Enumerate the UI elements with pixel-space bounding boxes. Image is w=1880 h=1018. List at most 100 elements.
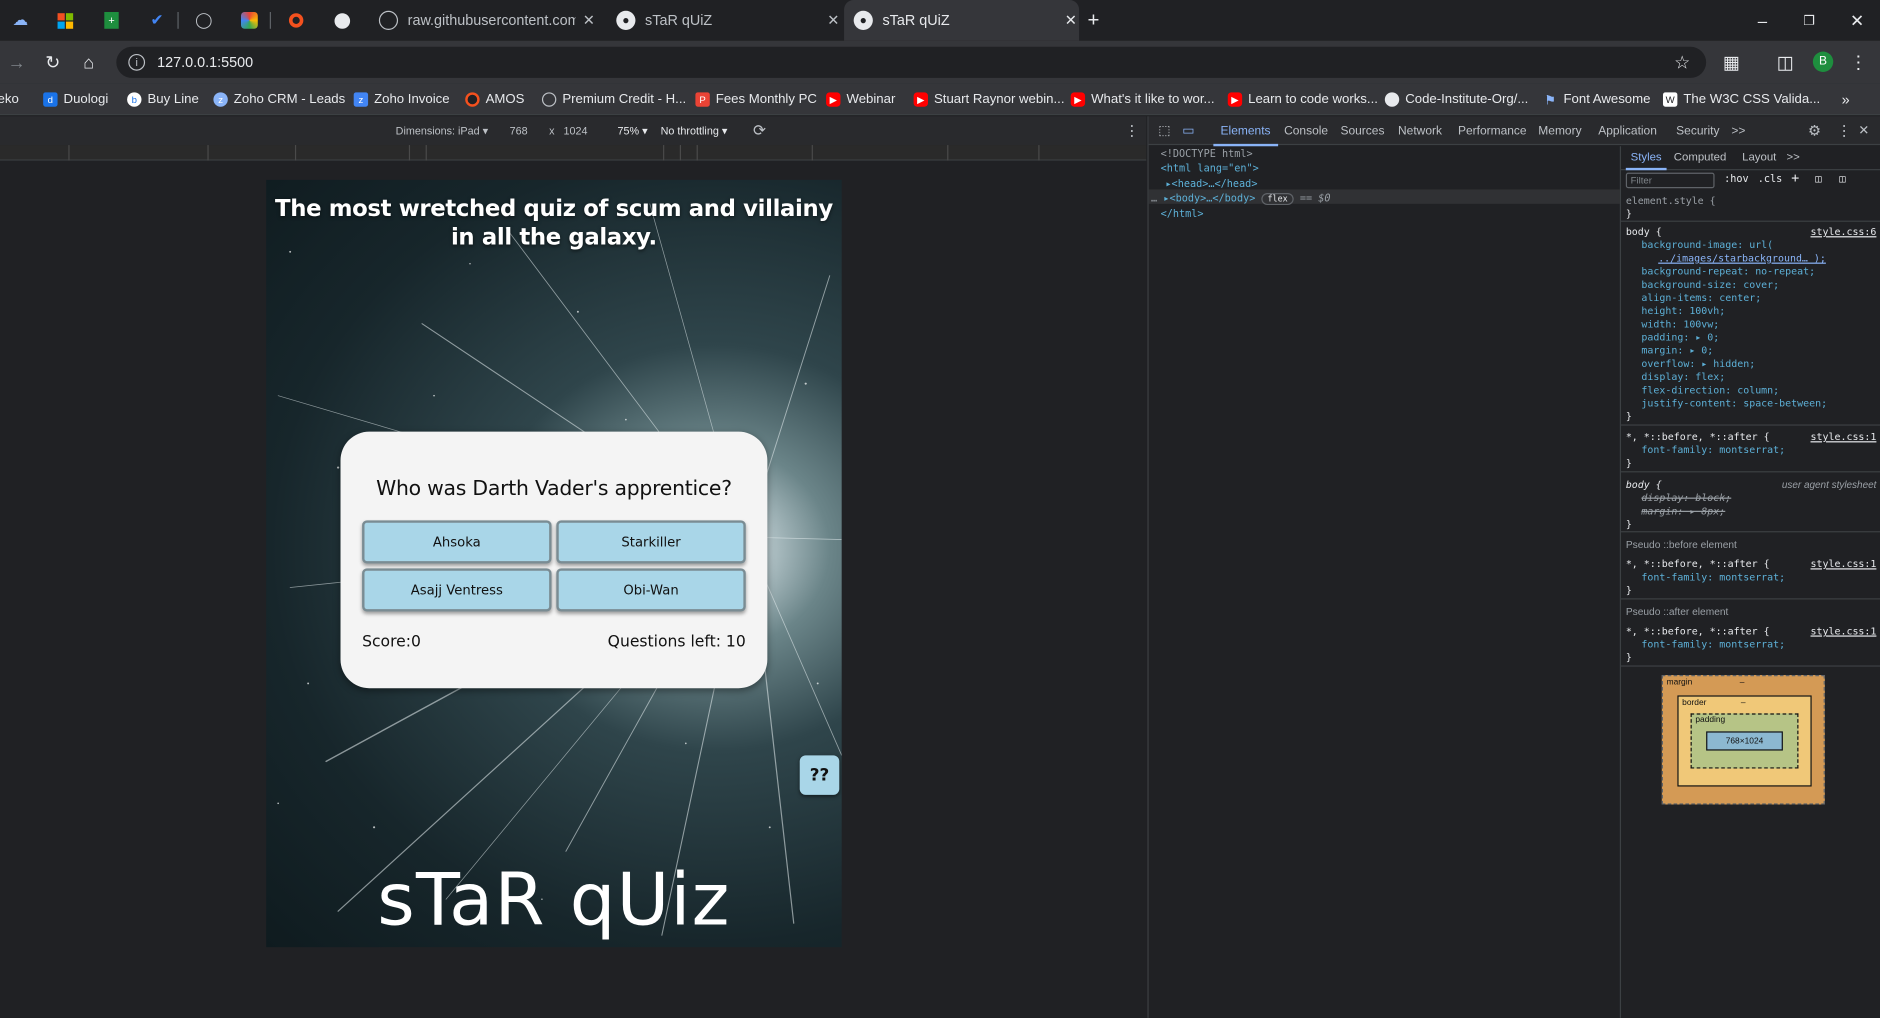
- bookmark-item[interactable]: d Duologi: [43, 90, 108, 109]
- styles-filter-input[interactable]: Filter: [1625, 172, 1715, 189]
- tab-console[interactable]: Console: [1284, 125, 1328, 138]
- tab-security[interactable]: Security: [1676, 125, 1719, 138]
- new-tab-button[interactable]: +: [1087, 0, 1099, 41]
- bookmark-item[interactable]: Deko: [0, 90, 19, 109]
- close-icon[interactable]: ✕: [583, 12, 595, 29]
- side-panel-icon[interactable]: ◫: [1773, 50, 1797, 74]
- tab-performance[interactable]: Performance: [1458, 125, 1527, 138]
- element-style-rule[interactable]: element.style {: [1626, 194, 1716, 206]
- tab-title: sTaR qUiZ: [882, 11, 950, 29]
- close-icon[interactable]: ✕: [1065, 12, 1077, 29]
- device-toggle-icon[interactable]: ▭: [1182, 122, 1194, 137]
- device-menu-icon[interactable]: ⋮: [1125, 122, 1139, 139]
- profile-tab-icon[interactable]: ☁: [5, 5, 36, 36]
- answer-button[interactable]: Asajj Ventress: [362, 568, 552, 612]
- stylesheet-link[interactable]: style.css:6: [1811, 225, 1877, 237]
- box-model-content[interactable]: 768×1024: [1706, 731, 1783, 751]
- bookmark-item[interactable]: Premium Credit - H...: [541, 90, 686, 109]
- w3c-icon: W: [1662, 92, 1678, 107]
- doctype-node[interactable]: <!DOCTYPE html>: [1161, 149, 1253, 161]
- tab-raw-github[interactable]: raw.githubusercontent.com/All ✕: [367, 0, 602, 41]
- stylesheet-link[interactable]: style.css:1: [1811, 625, 1877, 637]
- back-arrow-icon[interactable]: →: [5, 50, 29, 74]
- bookmark-item[interactable]: Code-Institute-Org/...: [1384, 90, 1528, 109]
- more-tabs-button[interactable]: >>: [1731, 125, 1745, 138]
- bookmark-item[interactable]: ▶ Learn to code works...: [1227, 90, 1378, 109]
- menu-kebab-icon[interactable]: ⋮: [1846, 50, 1870, 74]
- check-pinned-tab[interactable]: ✔: [141, 5, 172, 36]
- body-rule-selector[interactable]: body {: [1626, 225, 1662, 237]
- bookmark-item[interactable]: ▶ Webinar: [826, 90, 895, 109]
- bookmark-item[interactable]: z Zoho Invoice: [353, 90, 450, 109]
- head-node[interactable]: ▸<head>…</head>: [1165, 179, 1257, 191]
- device-width-input[interactable]: 768: [510, 125, 528, 137]
- new-rule-plus-icon[interactable]: +: [1791, 170, 1799, 186]
- stylesheet-link[interactable]: style.css:1: [1811, 558, 1877, 570]
- bookmark-item[interactable]: ⚑ Font Awesome: [1543, 90, 1650, 109]
- device-height-input[interactable]: 1024: [564, 125, 588, 137]
- profile-avatar[interactable]: B: [1812, 51, 1834, 72]
- answer-button[interactable]: Obi-Wan: [556, 568, 746, 612]
- bookmarks-overflow-icon[interactable]: »: [1842, 90, 1850, 109]
- hov-toggle[interactable]: :hov: [1724, 174, 1749, 186]
- background-image-link[interactable]: ../images/starbackground… );: [1658, 252, 1826, 264]
- microsoft-pinned-tab[interactable]: [49, 5, 80, 36]
- box-model-padding: padding 768×1024: [1690, 713, 1799, 769]
- universal-rule-selector[interactable]: *, *::before, *::after {: [1626, 430, 1770, 442]
- device-dimensions-select[interactable]: Dimensions: iPad ▾: [396, 125, 488, 138]
- extensions-icon[interactable]: ▦: [1719, 50, 1743, 74]
- answer-button[interactable]: Ahsoka: [362, 520, 552, 564]
- throttling-select[interactable]: No throttling ▾: [661, 125, 728, 138]
- tab-memory[interactable]: Memory: [1538, 125, 1581, 138]
- tab-star-quiz[interactable]: ● sTaR qUiZ ✕: [604, 0, 839, 41]
- rotate-icon[interactable]: ⟳: [753, 121, 766, 140]
- inspect-element-icon[interactable]: ⬚: [1158, 122, 1170, 137]
- restore-button[interactable]: ❐: [1803, 0, 1815, 41]
- reload-icon[interactable]: ↻: [41, 50, 65, 74]
- github-pinned-tab[interactable]: [326, 5, 357, 36]
- url-text[interactable]: 127.0.0.1:5500: [157, 54, 253, 71]
- close-icon[interactable]: ✕: [827, 12, 839, 29]
- answer-button[interactable]: Starkiller: [556, 520, 746, 564]
- tab-star-quiz-active[interactable]: ● sTaR qUiZ ✕: [844, 0, 1080, 41]
- body-node[interactable]: … ▸<body>…</body> flex == $0: [1151, 193, 1331, 206]
- site-info-icon[interactable]: i: [128, 53, 146, 71]
- more-tabs-button[interactable]: >>: [1786, 151, 1799, 164]
- devtools-close-icon[interactable]: ✕: [1858, 122, 1869, 137]
- window-close-button[interactable]: ✕: [1850, 0, 1864, 41]
- tab-sources[interactable]: Sources: [1340, 125, 1384, 138]
- globe-pinned-tab[interactable]: ◯: [188, 5, 219, 36]
- tab-elements[interactable]: Elements: [1213, 125, 1278, 147]
- address-bar[interactable]: i 127.0.0.1:5500: [116, 46, 1707, 78]
- bookmark-item[interactable]: ▶ Stuart Raynor webin...: [913, 90, 1065, 109]
- sheets-pinned-tab[interactable]: +: [96, 5, 127, 36]
- zoom-select[interactable]: 75% ▾: [617, 125, 647, 138]
- globe-icon: [541, 92, 557, 107]
- devtools-menu-icon[interactable]: ⋮: [1837, 122, 1851, 139]
- cls-toggle[interactable]: .cls: [1758, 174, 1783, 186]
- tab-application[interactable]: Application: [1598, 125, 1657, 138]
- bookmark-item[interactable]: P Fees Monthly PC: [695, 90, 817, 109]
- tab-network[interactable]: Network: [1398, 125, 1442, 138]
- record-pinned-tab[interactable]: [281, 5, 312, 36]
- zoho-invoice-icon: z: [353, 92, 369, 107]
- help-button[interactable]: ??: [799, 755, 840, 795]
- element-state-icon[interactable]: ◫: [1815, 174, 1821, 186]
- bookmark-item[interactable]: AMOS: [465, 90, 524, 109]
- settings-gear-icon[interactable]: ⚙: [1808, 122, 1821, 139]
- photos-pinned-tab[interactable]: [234, 5, 265, 36]
- tab-computed[interactable]: Computed: [1674, 151, 1727, 164]
- tab-layout[interactable]: Layout: [1742, 151, 1776, 164]
- bookmark-star-icon[interactable]: ☆: [1670, 50, 1694, 74]
- bookmark-item[interactable]: ▶ What's it like to wor...: [1070, 90, 1215, 109]
- minimize-button[interactable]: –: [1758, 0, 1767, 41]
- stylesheet-link[interactable]: style.css:1: [1811, 430, 1877, 442]
- bookmark-item[interactable]: b Buy Line: [127, 90, 199, 109]
- html-node[interactable]: <html lang="en">: [1161, 163, 1259, 175]
- bookmark-item[interactable]: z Zoho CRM - Leads: [213, 90, 345, 109]
- tab-styles[interactable]: Styles: [1625, 151, 1667, 171]
- bookmark-item[interactable]: W The W3C CSS Valida...: [1662, 90, 1820, 109]
- home-icon[interactable]: ⌂: [77, 50, 101, 74]
- flex-badge[interactable]: flex: [1261, 193, 1294, 206]
- computed-sidebar-icon[interactable]: ◫: [1839, 174, 1845, 186]
